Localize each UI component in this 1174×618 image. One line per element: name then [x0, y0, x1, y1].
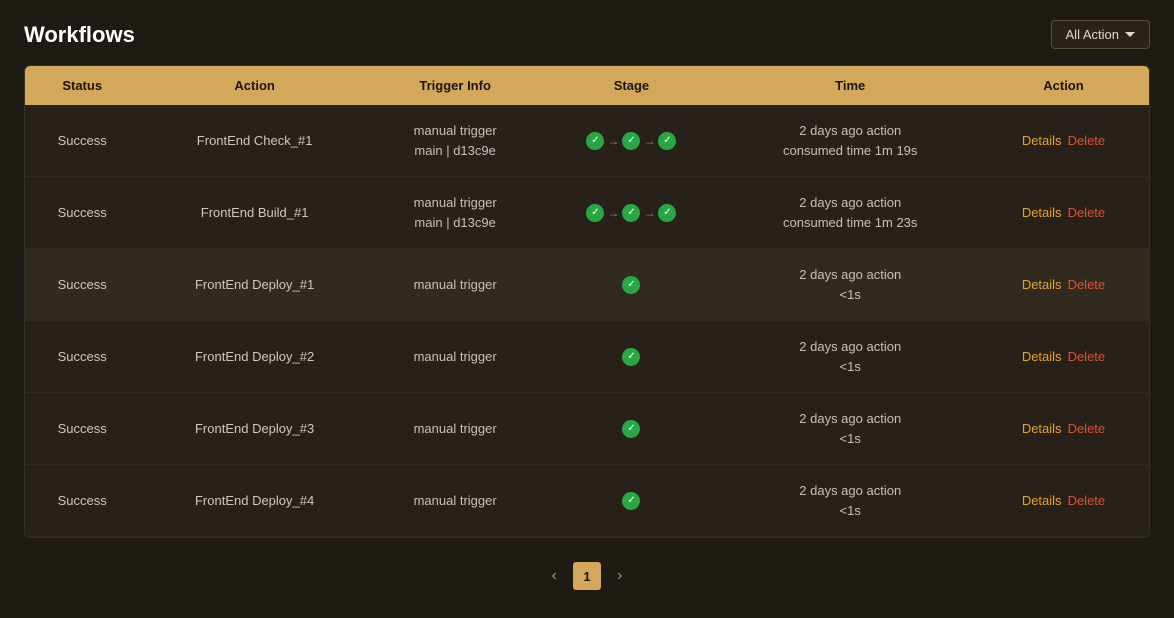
stage-check-icon: ✓: [622, 420, 640, 438]
row-action-name: FrontEnd Build_#1: [139, 177, 369, 249]
stage-arrow-icon: →: [607, 134, 619, 148]
row-stage: ✓ → ✓ → ✓: [540, 105, 722, 177]
details-link[interactable]: Details: [1022, 421, 1062, 436]
row-time: 2 days ago actionconsumed time 1m 23s: [722, 177, 978, 249]
stage-arrow-icon: →: [643, 134, 655, 148]
row-time: 2 days ago actionconsumed time 1m 19s: [722, 105, 978, 177]
delete-link[interactable]: Delete: [1068, 493, 1106, 508]
row-time: 2 days ago action<1s: [722, 321, 978, 393]
delete-link[interactable]: Delete: [1068, 133, 1106, 148]
prev-page-button[interactable]: ‹: [544, 563, 565, 589]
row-actions: Details Delete: [978, 321, 1149, 393]
all-action-filter-button[interactable]: All Action: [1051, 20, 1150, 49]
row-stage: ✓: [540, 249, 722, 321]
stage-arrow-icon: →: [607, 206, 619, 220]
col-status: Status: [25, 66, 139, 105]
details-link[interactable]: Details: [1022, 133, 1062, 148]
row-stage: ✓: [540, 465, 722, 537]
row-action-name: FrontEnd Deploy_#2: [139, 321, 369, 393]
stage-check-icon: ✓: [622, 348, 640, 366]
details-link[interactable]: Details: [1022, 493, 1062, 508]
delete-link[interactable]: Delete: [1068, 277, 1106, 292]
row-status: Success: [25, 393, 139, 465]
delete-link[interactable]: Delete: [1068, 421, 1106, 436]
row-trigger-info: manual triggermain | d13c9e: [370, 105, 541, 177]
row-time: 2 days ago action<1s: [722, 465, 978, 537]
row-status: Success: [25, 321, 139, 393]
row-action-name: FrontEnd Check_#1: [139, 105, 369, 177]
row-status: Success: [25, 249, 139, 321]
row-trigger-info: manual triggermain | d13c9e: [370, 177, 541, 249]
table-row: SuccessFrontEnd Build_#1manual triggerma…: [25, 177, 1149, 249]
row-trigger-info: manual trigger: [370, 321, 541, 393]
row-action-name: FrontEnd Deploy_#4: [139, 465, 369, 537]
stage-check-icon: ✓: [658, 204, 676, 222]
row-action-name: FrontEnd Deploy_#1: [139, 249, 369, 321]
details-link[interactable]: Details: [1022, 205, 1062, 220]
row-trigger-info: manual trigger: [370, 249, 541, 321]
row-actions: Details Delete: [978, 393, 1149, 465]
next-page-button[interactable]: ›: [609, 563, 630, 589]
stage-check-icon: ✓: [622, 204, 640, 222]
table-row: SuccessFrontEnd Deploy_#4manual trigger ✓…: [25, 465, 1149, 537]
col-trigger-info: Trigger Info: [370, 66, 541, 105]
col-time: Time: [722, 66, 978, 105]
col-action: Action: [139, 66, 369, 105]
stage-check-icon: ✓: [586, 204, 604, 222]
page-header: Workflows All Action: [24, 20, 1150, 49]
stage-check-icon: ✓: [622, 132, 640, 150]
row-stage: ✓: [540, 393, 722, 465]
pagination: ‹ 1 ›: [24, 554, 1150, 598]
row-actions: Details Delete: [978, 249, 1149, 321]
row-status: Success: [25, 177, 139, 249]
row-action-name: FrontEnd Deploy_#3: [139, 393, 369, 465]
row-actions: Details Delete: [978, 105, 1149, 177]
row-trigger-info: manual trigger: [370, 465, 541, 537]
row-actions: Details Delete: [978, 177, 1149, 249]
page-title: Workflows: [24, 22, 135, 48]
row-time: 2 days ago action<1s: [722, 249, 978, 321]
chevron-down-icon: [1125, 32, 1135, 37]
stage-check-icon: ✓: [658, 132, 676, 150]
workflows-table: Status Action Trigger Info Stage Time Ac…: [25, 66, 1149, 537]
table-row: SuccessFrontEnd Deploy_#2manual trigger ✓…: [25, 321, 1149, 393]
table-row: SuccessFrontEnd Deploy_#3manual trigger ✓…: [25, 393, 1149, 465]
table-row: SuccessFrontEnd Check_#1manual triggerma…: [25, 105, 1149, 177]
col-stage: Stage: [540, 66, 722, 105]
row-status: Success: [25, 465, 139, 537]
table-row: SuccessFrontEnd Deploy_#1manual trigger ✓…: [25, 249, 1149, 321]
table-header-row: Status Action Trigger Info Stage Time Ac…: [25, 66, 1149, 105]
stage-arrow-icon: →: [643, 206, 655, 220]
row-time: 2 days ago action<1s: [722, 393, 978, 465]
row-status: Success: [25, 105, 139, 177]
col-action-links: Action: [978, 66, 1149, 105]
row-trigger-info: manual trigger: [370, 393, 541, 465]
details-link[interactable]: Details: [1022, 349, 1062, 364]
row-actions: Details Delete: [978, 465, 1149, 537]
stage-check-icon: ✓: [622, 492, 640, 510]
stage-check-icon: ✓: [622, 276, 640, 294]
details-link[interactable]: Details: [1022, 277, 1062, 292]
row-stage: ✓: [540, 321, 722, 393]
stage-check-icon: ✓: [586, 132, 604, 150]
filter-label: All Action: [1066, 27, 1119, 42]
delete-link[interactable]: Delete: [1068, 349, 1106, 364]
current-page: 1: [573, 562, 601, 590]
delete-link[interactable]: Delete: [1068, 205, 1106, 220]
workflows-table-container: Status Action Trigger Info Stage Time Ac…: [24, 65, 1150, 538]
row-stage: ✓ → ✓ → ✓: [540, 177, 722, 249]
